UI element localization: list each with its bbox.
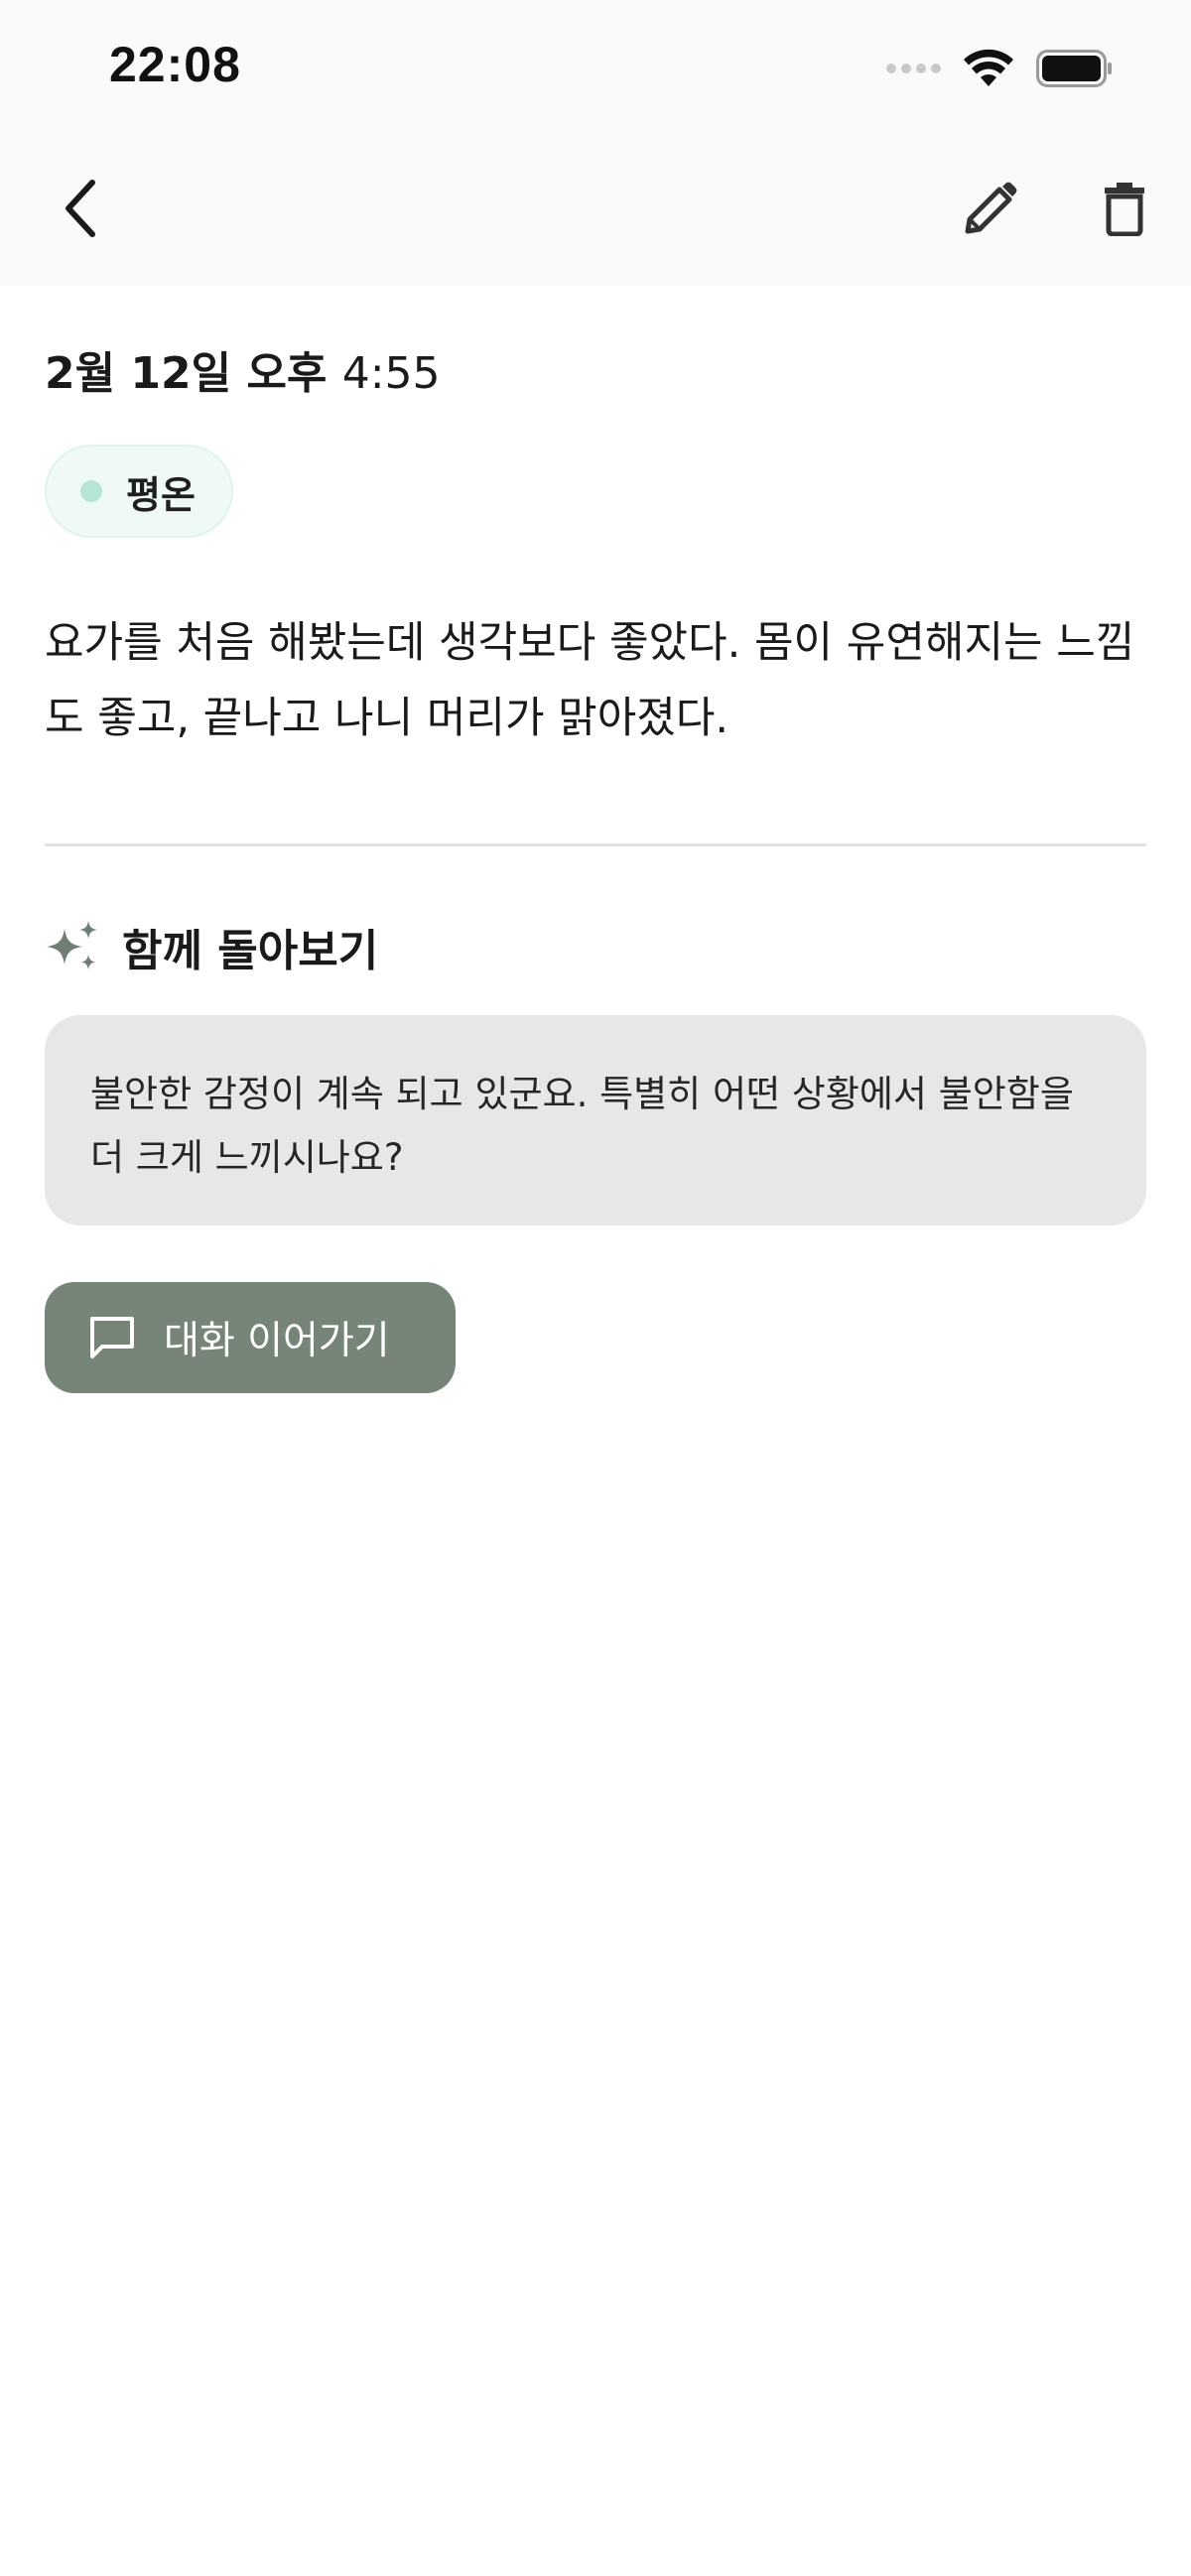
mood-label: 평온 <box>126 472 196 517</box>
chat-bubble-icon <box>90 1317 134 1358</box>
chevron-left-icon <box>66 180 95 237</box>
pencil-icon <box>965 182 1017 234</box>
back-button[interactable] <box>36 164 125 253</box>
review-header: 함께 돌아보기 <box>45 915 378 978</box>
mood-badge: 평온 <box>45 445 233 538</box>
edit-button[interactable] <box>946 164 1035 253</box>
continue-conversation-button[interactable]: 대화 이어가기 <box>45 1282 456 1393</box>
battery-icon <box>1036 50 1112 87</box>
entry-date: 2월 12일 오후 4:55 <box>45 337 441 401</box>
trash-icon <box>1105 183 1144 236</box>
review-title: 함께 돌아보기 <box>122 926 379 976</box>
entry-text: 요가를 처음 해봤는데 생각보다 좋았다. 몸이 유연해지는 느낌도 좋고, 끝… <box>45 618 1135 743</box>
mood-dot <box>80 480 102 502</box>
entry-date-label: 2월 12일 오후 <box>45 348 328 399</box>
entry-time: 4:55 <box>341 348 441 399</box>
sparkles-icon <box>47 921 97 969</box>
continue-conversation-label: 대화 이어가기 <box>164 1319 390 1363</box>
review-message: 불안한 감정이 계속 되고 있군요. 특별히 어떤 상황에서 불안함을 더 크게… <box>90 1073 1074 1179</box>
review-card: 불안한 감정이 계속 되고 있군요. 특별히 어떤 상황에서 불안함을 더 크게… <box>45 1015 1146 1225</box>
section-divider <box>45 843 1146 846</box>
cellular-signal-icon <box>886 64 941 73</box>
status-time: 22:08 <box>109 37 241 92</box>
delete-button[interactable] <box>1080 164 1169 253</box>
top-bar: 22:08 <box>0 0 1191 286</box>
status-indicators <box>886 44 1114 93</box>
wifi-icon <box>964 49 1013 86</box>
